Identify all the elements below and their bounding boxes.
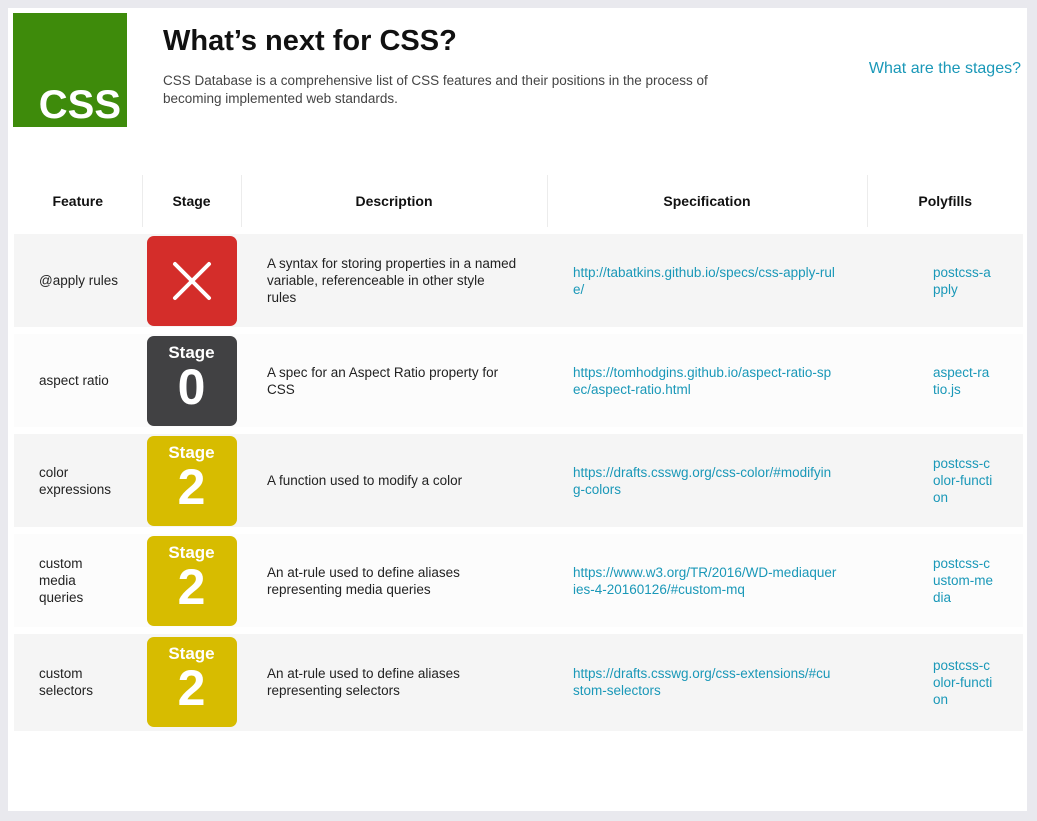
feature-name: custom selectors: [39, 666, 94, 699]
stage-badge-2: Stage 2: [146, 535, 237, 626]
stage-number: 2: [177, 458, 206, 515]
table-header-row: Feature Stage Description Specification …: [14, 175, 1023, 231]
feature-description: An at-rule used to define aliases repres…: [267, 564, 460, 597]
polyfill-link[interactable]: postcss-custom-media: [933, 556, 993, 605]
stage-cell: Stage 2: [142, 431, 241, 531]
column-header-polyfills[interactable]: Polyfills: [867, 175, 1023, 231]
column-header-description[interactable]: Description: [241, 175, 548, 231]
feature-description: A spec for an Aspect Ratio property for …: [267, 364, 499, 397]
feature-description: An at-rule used to define aliases repres…: [267, 666, 460, 699]
feature-name: @apply rules: [39, 273, 118, 288]
stage-badge-2: Stage 2: [146, 637, 237, 728]
polyfill-cell: postcss-custom-media: [867, 531, 1023, 631]
polyfill-link[interactable]: postcss-apply: [933, 265, 991, 297]
stage-badge-0: Stage 0: [146, 335, 237, 426]
table-row: @apply rules A syntax for storing proper…: [14, 230, 1023, 331]
stage-badge-rejected: [146, 235, 237, 326]
stage-cell: [142, 231, 241, 331]
logo-text: CSS: [38, 83, 121, 127]
polyfill-link[interactable]: postcss-color-function: [933, 658, 992, 707]
polyfill-link[interactable]: aspect-ratio.js: [933, 365, 989, 397]
table-row: aspect ratio Stage 0 A spec for an Aspec…: [14, 330, 1023, 431]
spec-link[interactable]: http://tabatkins.github.io/specs/css-app…: [573, 265, 835, 297]
stage-cell: Stage 2: [142, 631, 241, 731]
table-row: custom selectors Stage 2 An at-rule used…: [14, 630, 1023, 731]
close-icon: [172, 261, 211, 300]
table-row: color expressions Stage 2 A function use…: [14, 430, 1023, 531]
stage-number: 2: [177, 558, 206, 615]
spec-cell: https://drafts.csswg.org/css-extensions/…: [547, 631, 867, 731]
column-header-feature[interactable]: Feature: [14, 175, 143, 231]
spec-cell: https://drafts.csswg.org/css-color/#modi…: [547, 431, 867, 531]
feature-name: custom media queries: [39, 556, 84, 605]
page-title: What’s next for CSS?: [163, 25, 457, 57]
stages-link[interactable]: What are the stages?: [869, 60, 1021, 78]
spec-link[interactable]: https://tomhodgins.github.io/aspect-rati…: [573, 365, 831, 397]
spec-cell: https://www.w3.org/TR/2016/WD-mediaqueri…: [547, 531, 867, 631]
feature-name: aspect ratio: [39, 373, 109, 388]
column-header-specification[interactable]: Specification: [547, 175, 868, 231]
stage-label: Stage: [168, 442, 215, 462]
spec-link[interactable]: https://www.w3.org/TR/2016/WD-mediaqueri…: [573, 565, 836, 597]
polyfill-cell: postcss-apply: [867, 231, 1023, 331]
spec-cell: http://tabatkins.github.io/specs/css-app…: [547, 231, 867, 331]
spec-link[interactable]: https://drafts.csswg.org/css-color/#modi…: [573, 465, 831, 497]
stage-number: 2: [177, 660, 206, 717]
spec-link[interactable]: https://drafts.csswg.org/css-extensions/…: [573, 666, 830, 698]
page-description: CSS Database is a comprehensive list of …: [163, 73, 708, 106]
feature-description: A syntax for storing properties in a nam…: [267, 256, 517, 305]
stage-number: 0: [177, 358, 206, 415]
polyfill-cell: postcss-color-function: [867, 431, 1023, 531]
polyfill-cell: aspect-ratio.js: [867, 331, 1023, 431]
spec-cell: https://tomhodgins.github.io/aspect-rati…: [547, 331, 867, 431]
feature-name: color expressions: [39, 464, 112, 497]
polyfill-cell: postcss-color-function: [867, 631, 1023, 731]
column-header-stage[interactable]: Stage: [142, 175, 242, 231]
stage-label: Stage: [168, 542, 215, 562]
page-frame: CSS What’s next for CSS? CSS Database is…: [8, 8, 1027, 811]
table-row: custom media queries Stage 2 An at-rule …: [14, 530, 1023, 631]
stage-badge-2: Stage 2: [146, 435, 237, 526]
stage-cell: Stage 2: [142, 531, 241, 631]
polyfill-link[interactable]: postcss-color-function: [933, 456, 992, 505]
feature-description: A function used to modify a color: [267, 473, 463, 488]
stage-label: Stage: [168, 342, 215, 362]
css-logo: CSS: [13, 13, 127, 127]
features-table: Feature Stage Description Specification …: [14, 175, 1023, 731]
stage-cell: Stage 0: [142, 331, 241, 431]
